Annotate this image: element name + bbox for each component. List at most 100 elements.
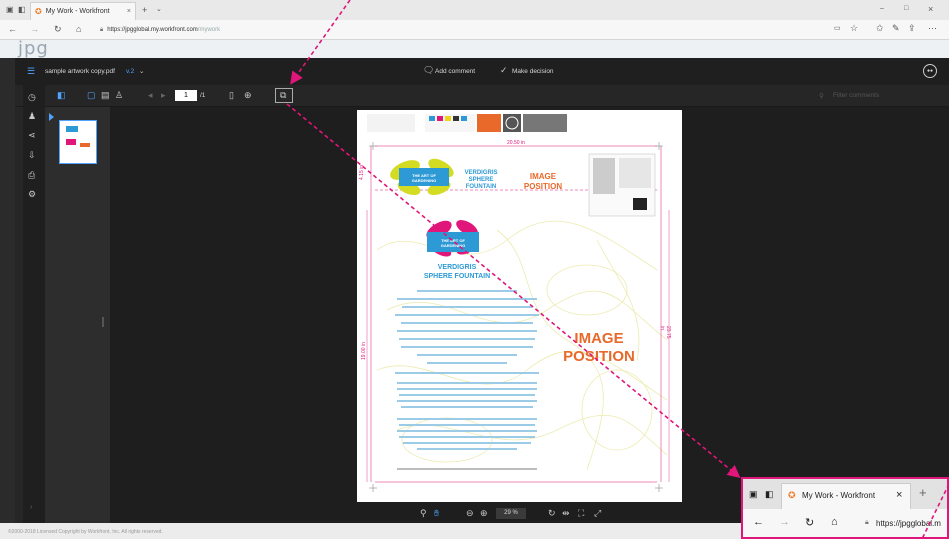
inset-lock-icon: 🔒︎ xyxy=(865,519,869,526)
make-decision-button[interactable]: Make decision xyxy=(512,68,554,75)
zoom-level-select[interactable]: 29 % xyxy=(496,508,526,519)
fit-width-icon[interactable]: ⇹ xyxy=(562,509,570,518)
home-icon[interactable]: ⌂ xyxy=(76,24,81,34)
panel-resize-handle[interactable] xyxy=(102,317,104,327)
workflow-icon[interactable]: ♟ xyxy=(28,112,36,121)
thumbnail-panel xyxy=(45,107,110,523)
grid-view-icon[interactable]: ▤ xyxy=(101,91,110,100)
artwork-background xyxy=(366,114,670,492)
back-arrow-icon[interactable]: ← xyxy=(8,24,17,34)
comment-bubble-icon: 🗨︎ xyxy=(423,65,435,75)
share-icon[interactable]: ⇪ xyxy=(908,23,916,34)
fit-page-icon[interactable]: ⛶ xyxy=(578,509,584,518)
inset-forward-arrow-icon: → xyxy=(779,516,790,528)
filter-comments-input[interactable]: Filter comments xyxy=(833,92,879,99)
settings-gear-icon[interactable]: ⚙ xyxy=(28,190,36,199)
inset-close-tab-icon: × xyxy=(896,489,903,501)
browser-tab-bar: ▣ ◧ ✪ My Work - Workfront × + ⌄ – □ × xyxy=(0,0,949,20)
browser-tab-my-work[interactable]: ✪ My Work - Workfront × xyxy=(30,2,136,20)
url-field[interactable]: 🔒︎ https://jpgglobal.my.workfront.com/my… xyxy=(100,23,826,37)
new-tab-button[interactable]: + xyxy=(142,5,147,15)
workfront-favicon-icon: ✪ xyxy=(35,7,42,16)
viewer-left-rail: ◷ ♟ ⋖ ⇩ ⎙ ⚙ › xyxy=(23,85,45,523)
thumbnails-panel-icon[interactable]: ◧ xyxy=(57,91,66,100)
document-name: sample artwork copy.pdf xyxy=(45,68,115,75)
favorite-star-icon[interactable]: ☆ xyxy=(850,23,858,34)
inset-tab-title: My Work - Workfront xyxy=(802,491,876,500)
compare-overlay-button[interactable]: ⧉ xyxy=(275,88,293,103)
inset-new-tab: + xyxy=(919,485,927,500)
zoom-tool-icon[interactable]: ⚲ xyxy=(420,509,427,518)
compare-overlay-icon: ⧉ xyxy=(280,90,287,100)
product-full-line-1: VERDIGRIS xyxy=(437,264,477,271)
version-selector[interactable]: v.2 xyxy=(126,68,134,75)
zoomed-browser-inset: ▣ ◧ ✪ My Work - Workfront × + ← → ↻ ⌂ 🔒︎… xyxy=(741,477,949,539)
viewer-toolbar: ◧ ▢ ▤ ♙ ◂ ▸ 1 /1 ▯ ⊕ ⧉ ⚲ Filter comments xyxy=(15,85,949,107)
dimension-right: 23.75 in xyxy=(659,326,671,339)
rotate-icon[interactable]: ↻ xyxy=(548,509,556,518)
tab-list-chevron-icon[interactable]: ⌄ xyxy=(156,5,162,13)
thumb-brand-mark xyxy=(66,126,78,132)
artwork-page[interactable]: 20.50 in THE ART OF GARDENING VERDIGRIS … xyxy=(357,110,682,502)
jpg-logo[interactable]: jpg xyxy=(18,38,49,59)
page-number-input[interactable]: 1 xyxy=(175,90,197,101)
workfront-header-strip xyxy=(0,40,949,58)
pan-hand-icon[interactable]: ✋︎ xyxy=(434,509,439,518)
product-full-line-2: SPHERE FOUNTAIN xyxy=(423,273,491,280)
reading-view-icon[interactable]: ▭ xyxy=(834,24,841,32)
zoom-in-icon[interactable]: ⊕ xyxy=(480,509,488,518)
search-zoom-icon[interactable]: ⊕ xyxy=(244,91,252,100)
viewer-header: ☰ sample artwork copy.pdf v.2 ⌄ 🗨︎ Add c… xyxy=(15,58,949,85)
maximize-button[interactable]: □ xyxy=(904,5,908,12)
more-icon[interactable]: ⋯ xyxy=(928,23,937,34)
compare-icon[interactable]: ♙ xyxy=(115,91,123,100)
measure-icon[interactable]: ▯ xyxy=(229,91,234,100)
user-avatar-icon[interactable]: ●● xyxy=(923,64,937,78)
menu-hamburger-icon[interactable]: ☰ xyxy=(27,67,35,76)
product-name-line-1: VERDIGRIS xyxy=(464,170,498,176)
search-icon: ⚲ xyxy=(819,93,824,100)
print-icon[interactable]: ⎙ xyxy=(28,171,35,180)
thumb-image-mark xyxy=(80,143,90,147)
brand-label-top: THE ART OF GARDENING xyxy=(411,173,437,183)
refresh-icon[interactable]: ↻ xyxy=(54,24,62,35)
notes-pen-icon[interactable]: ✎ xyxy=(892,23,900,34)
image-position-small-line-1: IMAGE xyxy=(529,172,557,181)
history-clock-icon[interactable]: ◷ xyxy=(28,93,36,102)
page-total: /1 xyxy=(200,92,206,99)
set-aside-tabs-icon[interactable]: ◧ xyxy=(18,5,26,14)
inset-refresh-icon: ↻ xyxy=(805,517,815,529)
download-icon[interactable]: ⇩ xyxy=(28,151,36,160)
minimize-button[interactable]: – xyxy=(880,5,884,12)
single-page-icon[interactable]: ▢ xyxy=(87,91,96,100)
inset-favicon-icon: ✪ xyxy=(788,490,796,500)
tab-actions-icon[interactable]: ▣ xyxy=(6,5,14,14)
fullscreen-icon[interactable]: ⤢ xyxy=(594,509,601,518)
close-window-button[interactable]: × xyxy=(928,4,933,14)
chevron-down-icon[interactable]: ⌄ xyxy=(139,67,144,75)
share-nodes-icon[interactable]: ⋖ xyxy=(28,131,36,140)
close-tab-icon[interactable]: × xyxy=(127,8,131,15)
inset-set-aside-icon: ◧ xyxy=(765,489,774,499)
current-page-marker xyxy=(49,113,54,121)
product-name-line-2: SPHERE xyxy=(468,177,494,183)
brand-label-mid: THE ART OF GARDENING xyxy=(440,238,466,248)
image-position-large-line-2: POSITION xyxy=(563,348,635,365)
forward-arrow-icon[interactable]: → xyxy=(30,24,39,34)
url-main: https://jpgglobal.my.workfront.com xyxy=(107,27,198,33)
add-comment-button[interactable]: Add comment xyxy=(435,68,475,75)
page-thumbnail[interactable] xyxy=(59,120,97,164)
zoom-out-icon[interactable]: ⊖ xyxy=(466,509,474,518)
lock-icon: 🔒︎ xyxy=(100,26,104,33)
url-path: /mywork xyxy=(197,27,221,33)
inset-tab-actions-icon: ▣ xyxy=(749,489,758,499)
favorites-icon[interactable]: ✩ xyxy=(876,23,884,34)
check-circle-icon: ✓ xyxy=(500,65,508,75)
next-page-icon[interactable]: ▸ xyxy=(161,91,166,100)
inset-url: https://jpgglobal.m xyxy=(876,519,941,528)
inset-back-arrow-icon: ← xyxy=(753,516,764,528)
prev-page-icon[interactable]: ◂ xyxy=(148,91,153,100)
image-position-large-line-1: IMAGE xyxy=(574,330,624,347)
expand-rail-icon[interactable]: › xyxy=(30,503,32,512)
product-name-line-3: FOUNTAIN xyxy=(465,184,497,190)
